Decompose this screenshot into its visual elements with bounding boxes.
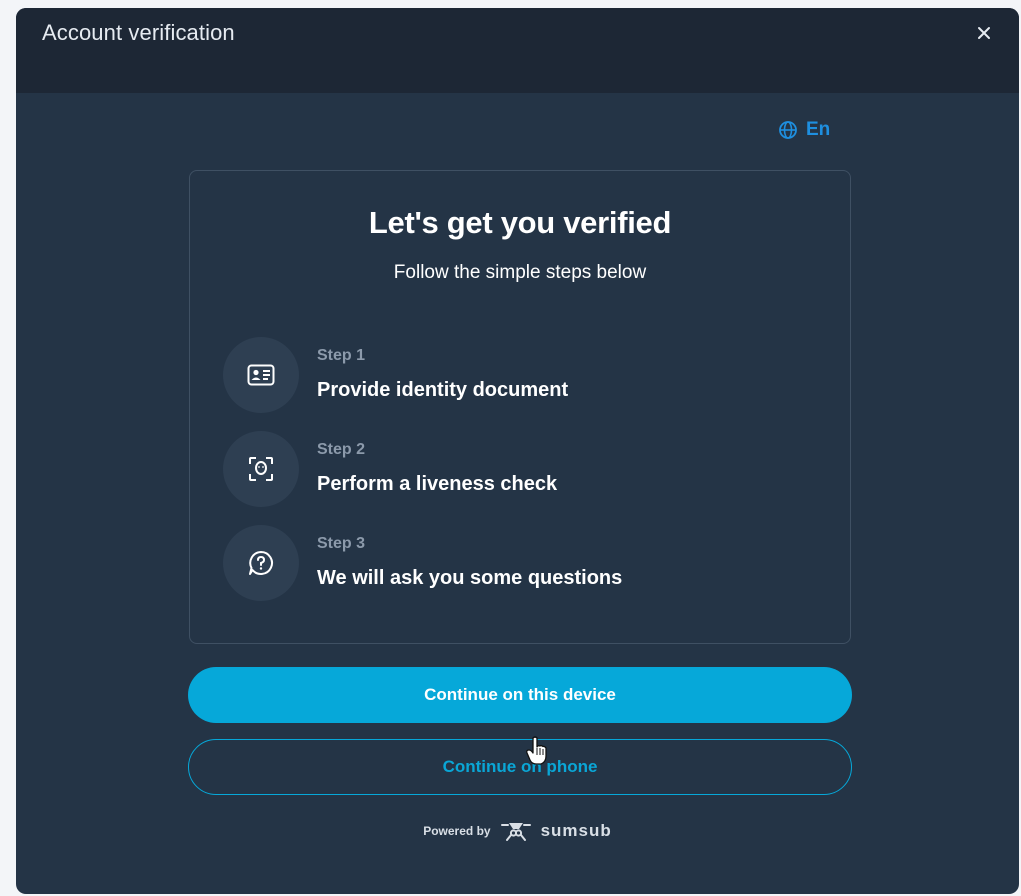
step-icon-circle <box>223 337 299 413</box>
continue-on-device-button[interactable]: Continue on this device <box>188 667 852 723</box>
close-button[interactable] <box>973 22 995 44</box>
step-text: Perform a liveness check <box>317 473 558 495</box>
modal-header: Account verification <box>16 8 1019 93</box>
continue-on-phone-button[interactable]: Continue on phone <box>188 739 852 795</box>
question-icon <box>249 551 273 575</box>
globe-icon <box>779 121 797 139</box>
step-number: Step 2 <box>317 441 366 458</box>
card-subtitle: Follow the simple steps below <box>393 262 647 283</box>
powered-by-label: Powered by <box>423 824 491 838</box>
step-icon-circle <box>223 431 299 507</box>
step-item: Step 1 Provide identity document <box>223 337 823 413</box>
steps-card: Let's get you verified Follow the simple… <box>189 170 851 644</box>
step-text: We will ask you some questions <box>317 567 623 589</box>
step-item: Step 3 We will ask you some questions <box>223 525 823 601</box>
hand-cursor-icon <box>526 736 547 765</box>
brand-name: sumsub <box>540 821 612 840</box>
language-label: En <box>806 119 831 140</box>
step-number: Step 3 <box>317 535 366 552</box>
modal-title: Account verification <box>42 20 235 45</box>
face-scan-icon <box>249 457 273 481</box>
step-text: Provide identity document <box>317 379 569 401</box>
step-item: Step 2 Perform a liveness check <box>223 431 823 507</box>
step-number: Step 1 <box>317 347 366 364</box>
card-title: Let's get you verified <box>368 205 672 240</box>
powered-by-footer: Powered by sumsub <box>16 820 1019 842</box>
verification-modal: Account verification En Let's get you ve… <box>16 8 1019 894</box>
id-card-icon <box>247 364 275 386</box>
close-icon <box>978 27 990 39</box>
sumsub-logo-icon <box>500 823 531 841</box>
step-icon-circle <box>223 525 299 601</box>
language-selector[interactable]: En <box>778 119 830 141</box>
